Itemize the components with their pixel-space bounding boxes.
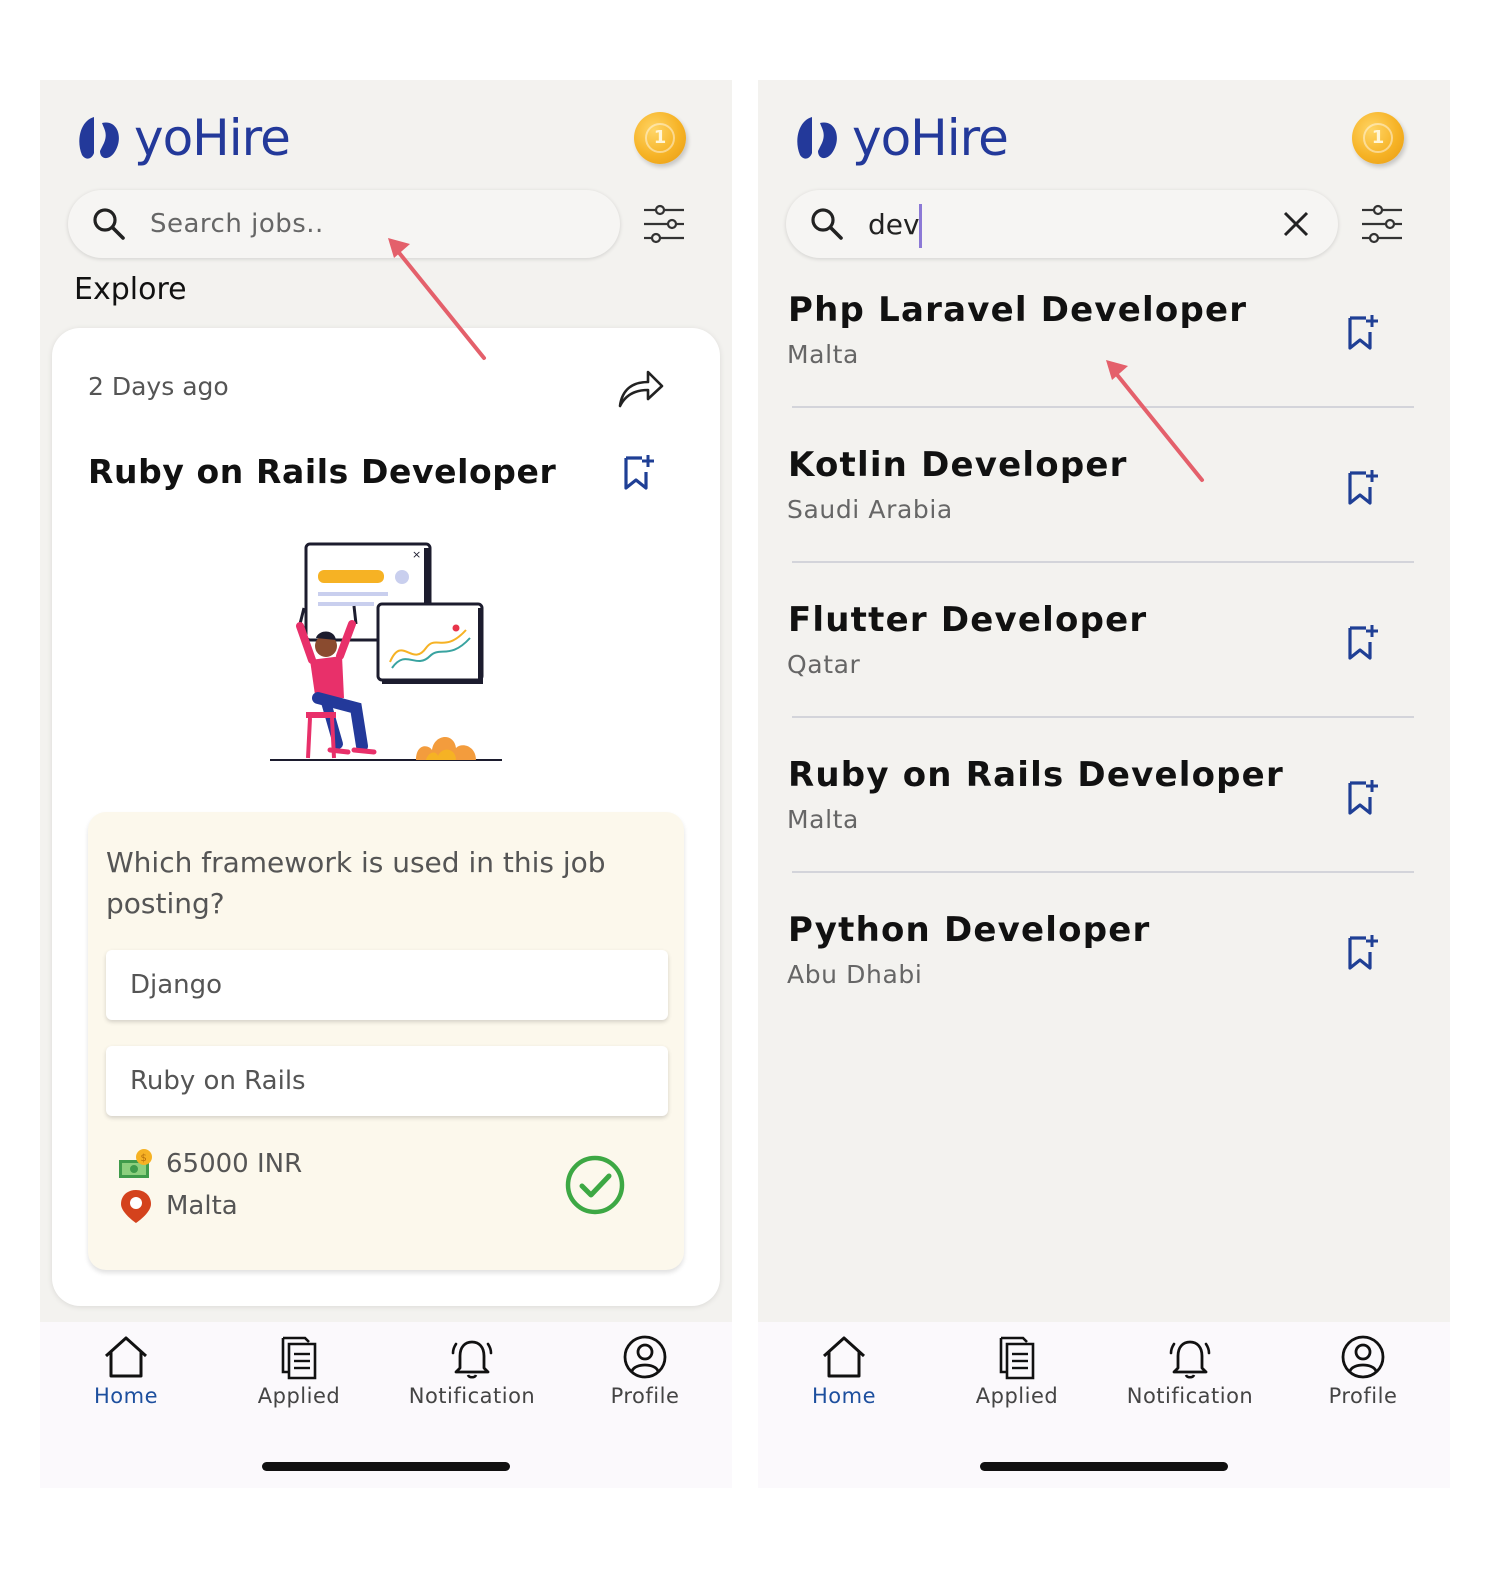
result-location: Malta xyxy=(787,805,859,834)
nav-label: Profile xyxy=(610,1384,680,1408)
location-row: Malta xyxy=(118,1188,238,1224)
explore-screen: yoHire 1 Explore 2 Days ago Ruby on Rail… xyxy=(40,80,732,1488)
job-illustration: × xyxy=(270,542,502,761)
home-icon xyxy=(104,1336,148,1378)
share-icon[interactable] xyxy=(616,366,666,410)
nav-home[interactable]: Home xyxy=(41,1334,211,1408)
svg-text:$: $ xyxy=(141,1153,147,1164)
list-item[interactable]: Php Laravel Developer Malta xyxy=(758,280,1450,435)
search-results-screen: yoHire 1 Php Laravel Developer Malta xyxy=(758,80,1450,1488)
list-item[interactable]: Ruby on Rails Developer Malta xyxy=(758,745,1450,900)
coin-count: 1 xyxy=(645,123,675,153)
location-pin-icon xyxy=(121,1190,151,1223)
quiz-box: Which framework is used in this job post… xyxy=(88,812,684,1270)
divider xyxy=(792,871,1414,873)
nav-applied[interactable]: Applied xyxy=(932,1334,1102,1408)
nav-label: Home xyxy=(93,1384,158,1408)
bookmark-add-icon[interactable] xyxy=(1346,932,1382,972)
bookmark-add-icon[interactable] xyxy=(622,452,658,492)
nav-label: Notification xyxy=(1126,1384,1254,1408)
search-icon xyxy=(811,208,843,240)
yohire-logo-icon xyxy=(79,117,119,159)
logo-wordmark: yoHire xyxy=(134,109,291,167)
divider xyxy=(792,406,1414,408)
text-caret xyxy=(919,204,922,248)
bookmark-add-icon[interactable] xyxy=(1346,467,1382,507)
bottom-nav: Home Applied Notification Profile xyxy=(40,1322,732,1488)
nav-notification[interactable]: Notification xyxy=(1105,1334,1275,1408)
bookmark-add-icon[interactable] xyxy=(1346,312,1382,352)
search-bar[interactable] xyxy=(786,190,1338,258)
document-icon xyxy=(999,1336,1035,1380)
result-location: Saudi Arabia xyxy=(787,495,953,524)
home-indicator xyxy=(980,1462,1228,1471)
result-location: Qatar xyxy=(787,650,861,679)
bell-icon xyxy=(1169,1340,1211,1379)
result-title: Flutter Developer xyxy=(788,600,1148,640)
list-item[interactable]: Python Developer Abu Dhabi xyxy=(758,900,1450,1055)
profile-icon xyxy=(623,1335,667,1379)
job-card[interactable]: 2 Days ago Ruby on Rails Developer × Whi… xyxy=(52,328,720,1306)
list-item[interactable]: Kotlin Developer Saudi Arabia xyxy=(758,435,1450,590)
salary-row: $ 65000 INR xyxy=(118,1148,302,1180)
money-icon: $ xyxy=(119,1149,152,1178)
filter-icon[interactable] xyxy=(1360,202,1404,246)
search-input[interactable] xyxy=(150,202,570,246)
search-results-list: Php Laravel Developer Malta Kotlin Devel… xyxy=(758,280,1450,1055)
home-indicator xyxy=(262,1462,510,1471)
app-logo: yoHire xyxy=(74,109,291,167)
bottom-nav: Home Applied Notification Profile xyxy=(758,1322,1450,1488)
svg-text:×: × xyxy=(412,548,421,561)
result-location: Malta xyxy=(787,340,859,369)
result-title: Php Laravel Developer xyxy=(788,290,1248,330)
check-circle-icon xyxy=(565,1155,625,1215)
filter-icon[interactable] xyxy=(642,202,686,246)
yohire-logo-icon xyxy=(797,117,837,159)
nav-label: Home xyxy=(811,1384,876,1408)
quiz-option[interactable]: Ruby on Rails xyxy=(106,1046,668,1116)
search-bar[interactable] xyxy=(68,190,620,258)
nav-label: Applied xyxy=(257,1384,341,1408)
bookmark-add-icon[interactable] xyxy=(1346,622,1382,662)
bell-icon xyxy=(451,1340,493,1379)
nav-notification[interactable]: Notification xyxy=(387,1334,557,1408)
result-location: Abu Dhabi xyxy=(787,960,923,989)
result-title: Python Developer xyxy=(788,910,1151,950)
salary-text: 65000 INR xyxy=(166,1149,303,1179)
nav-label: Applied xyxy=(975,1384,1059,1408)
quiz-question: Which framework is used in this job post… xyxy=(106,846,606,920)
posted-time: 2 Days ago xyxy=(88,372,229,401)
divider xyxy=(792,716,1414,718)
result-title: Ruby on Rails Developer xyxy=(788,755,1284,795)
nav-label: Profile xyxy=(1328,1384,1398,1408)
result-title: Kotlin Developer xyxy=(788,445,1128,485)
logo-wordmark: yoHire xyxy=(852,109,1009,167)
document-icon xyxy=(281,1336,317,1380)
bookmark-add-icon[interactable] xyxy=(1346,777,1382,817)
quiz-option[interactable]: Django xyxy=(106,950,668,1020)
nav-profile[interactable]: Profile xyxy=(1278,1334,1448,1408)
location-text: Malta xyxy=(166,1191,238,1221)
search-icon xyxy=(93,208,125,240)
section-title: Explore xyxy=(74,272,187,307)
search-input[interactable] xyxy=(868,202,938,246)
job-title: Ruby on Rails Developer xyxy=(88,452,557,491)
nav-profile[interactable]: Profile xyxy=(560,1334,730,1408)
coin-count: 1 xyxy=(1363,123,1393,153)
app-logo: yoHire xyxy=(792,109,1009,167)
nav-home[interactable]: Home xyxy=(759,1334,929,1408)
home-icon xyxy=(822,1336,866,1378)
list-item[interactable]: Flutter Developer Qatar xyxy=(758,590,1450,745)
coin-icon[interactable]: 1 xyxy=(1352,112,1404,164)
close-icon[interactable] xyxy=(1282,210,1310,238)
coin-icon[interactable]: 1 xyxy=(634,112,686,164)
profile-icon xyxy=(1341,1335,1385,1379)
nav-applied[interactable]: Applied xyxy=(214,1334,384,1408)
nav-label: Notification xyxy=(408,1384,536,1408)
divider xyxy=(792,561,1414,563)
